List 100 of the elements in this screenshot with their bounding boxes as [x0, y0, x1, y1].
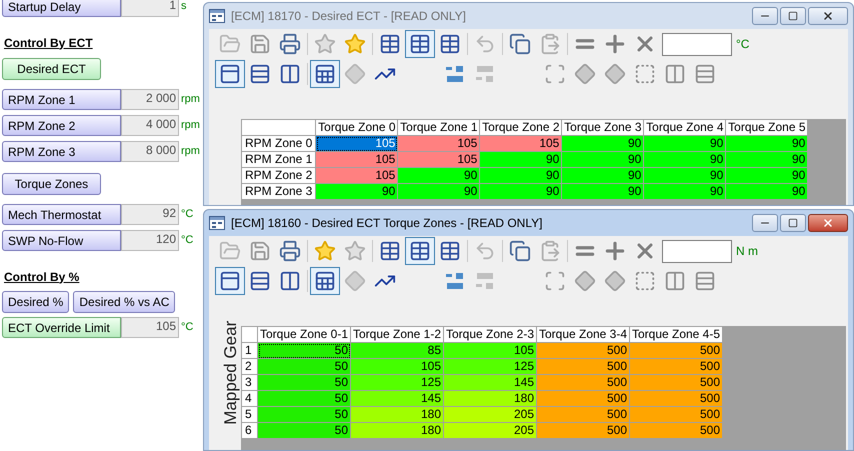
- table-cell[interactable]: 500: [630, 374, 722, 390]
- table-cell[interactable]: 205: [444, 422, 536, 438]
- table-cell[interactable]: 90: [726, 184, 808, 200]
- table-cell[interactable]: 500: [536, 358, 630, 374]
- table-cell[interactable]: 90: [480, 168, 562, 184]
- restore-button[interactable]: [780, 214, 806, 232]
- row-header: 4: [242, 390, 258, 406]
- window-title: [ECM] 18160 - Desired ECT Torque Zones - [READ ONLY]: [231, 215, 542, 232]
- column-header: Torque Zone 3-4: [536, 326, 630, 342]
- unit-label: °C: [181, 207, 194, 222]
- table-cell[interactable]: 500: [536, 374, 630, 390]
- table-cell[interactable]: 125: [444, 358, 536, 374]
- table-cell[interactable]: 145: [350, 390, 444, 406]
- row-header: RPM Zone 3: [242, 184, 316, 200]
- operand-field[interactable]: [662, 32, 732, 56]
- table-cell[interactable]: 90: [726, 136, 808, 152]
- table-cell[interactable]: 500: [536, 390, 630, 406]
- table-cell[interactable]: 50: [258, 422, 350, 438]
- table-cell[interactable]: 90: [644, 136, 726, 152]
- panel-button[interactable]: Desired % vs AC: [73, 290, 176, 312]
- table-cell[interactable]: 50: [258, 342, 350, 358]
- restore-icon: [788, 218, 798, 228]
- value-field[interactable]: 120: [121, 230, 179, 251]
- table-cell[interactable]: 90: [644, 168, 726, 184]
- table-icon[interactable]: [405, 30, 435, 58]
- table-cell[interactable]: 90: [398, 168, 480, 184]
- table-cell[interactable]: 90: [562, 184, 644, 200]
- table-cell[interactable]: 500: [536, 406, 630, 422]
- table-cell[interactable]: 90: [726, 152, 808, 168]
- table-cell[interactable]: 145: [444, 374, 536, 390]
- table-cell[interactable]: 90: [726, 168, 808, 184]
- table-cell[interactable]: 50: [258, 374, 350, 390]
- field-label-button[interactable]: RPM Zone 1: [2, 89, 121, 110]
- table-cell[interactable]: 90: [644, 152, 726, 168]
- row-header: 5: [242, 406, 258, 422]
- table-cell[interactable]: 500: [630, 358, 722, 374]
- table-cell[interactable]: 180: [350, 406, 444, 422]
- panel-button[interactable]: Torque Zones: [2, 172, 101, 194]
- field-label-button[interactable]: RPM Zone 3: [2, 141, 121, 162]
- table-cell[interactable]: 90: [480, 184, 562, 200]
- table-cell[interactable]: 50: [258, 406, 350, 422]
- panel-button[interactable]: Desired %: [2, 290, 70, 312]
- layout-icon[interactable]: [215, 60, 245, 88]
- field-label-button[interactable]: SWP No-Flow: [2, 230, 121, 251]
- close-button[interactable]: [808, 214, 848, 232]
- field-label-button[interactable]: RPM Zone 2: [2, 115, 121, 136]
- value-field[interactable]: 2 000: [121, 89, 179, 110]
- layout-icon[interactable]: [215, 267, 245, 295]
- value-field[interactable]: 1: [121, 0, 179, 17]
- field-label-button[interactable]: Mech Thermostat: [2, 204, 121, 225]
- restore-button[interactable]: [780, 7, 806, 25]
- unit-label: rpm: [181, 92, 200, 108]
- table-cell[interactable]: 105: [316, 168, 398, 184]
- table-cell[interactable]: 85: [350, 342, 444, 358]
- table-cell[interactable]: 90: [562, 168, 644, 184]
- value-field[interactable]: 8 000: [121, 141, 179, 162]
- table-cell[interactable]: 105: [350, 358, 444, 374]
- table-cell[interactable]: 500: [536, 422, 630, 438]
- row-header: 2: [242, 358, 258, 374]
- table-cell[interactable]: 500: [630, 406, 722, 422]
- field-label-button[interactable]: ECT Override Limit: [2, 317, 121, 338]
- table-cell[interactable]: 180: [444, 390, 536, 406]
- table-cell[interactable]: 205: [444, 406, 536, 422]
- table-cell[interactable]: 90: [316, 184, 398, 200]
- axis-label: Mapped Gear: [220, 321, 242, 425]
- unit-label: rpm: [181, 144, 200, 160]
- operand-field[interactable]: [662, 240, 732, 262]
- panel-button[interactable]: Desired ECT: [2, 58, 101, 80]
- column-header: Torque Zone 1-2: [350, 326, 444, 342]
- table-cell[interactable]: 50: [258, 390, 350, 406]
- section-heading: Control By ECT: [4, 36, 93, 50]
- table-cell[interactable]: 90: [644, 184, 726, 200]
- restore-icon: [788, 11, 798, 21]
- row-header: RPM Zone 0: [242, 136, 316, 152]
- table-cell[interactable]: 500: [536, 342, 630, 358]
- table-cell[interactable]: 105: [444, 342, 536, 358]
- table-cell[interactable]: 105: [398, 152, 480, 168]
- value-field[interactable]: 4 000: [121, 115, 179, 136]
- table-cell[interactable]: 90: [398, 184, 480, 200]
- grid-icon[interactable]: [310, 267, 340, 295]
- table-cell[interactable]: 125: [350, 374, 444, 390]
- table-cell[interactable]: 105: [316, 152, 398, 168]
- table-cell[interactable]: 90: [562, 152, 644, 168]
- row-header: 6: [242, 422, 258, 438]
- close-button[interactable]: [808, 7, 848, 25]
- table-cell[interactable]: 500: [630, 342, 722, 358]
- table-cell[interactable]: 50: [258, 358, 350, 374]
- table-cell[interactable]: 105: [480, 136, 562, 152]
- table-cell[interactable]: 105: [398, 136, 480, 152]
- table-cell[interactable]: 90: [562, 136, 644, 152]
- field-label-button[interactable]: Startup Delay: [2, 0, 121, 17]
- value-field[interactable]: 105: [121, 317, 179, 338]
- grid-icon[interactable]: [310, 60, 340, 88]
- table-cell[interactable]: 500: [630, 422, 722, 438]
- value-field[interactable]: 92: [121, 204, 179, 225]
- table-cell[interactable]: 90: [480, 152, 562, 168]
- table-cell[interactable]: 180: [350, 422, 444, 438]
- table-cell[interactable]: 500: [630, 390, 722, 406]
- table-icon[interactable]: [405, 237, 435, 265]
- table-cell[interactable]: 105: [316, 136, 398, 152]
